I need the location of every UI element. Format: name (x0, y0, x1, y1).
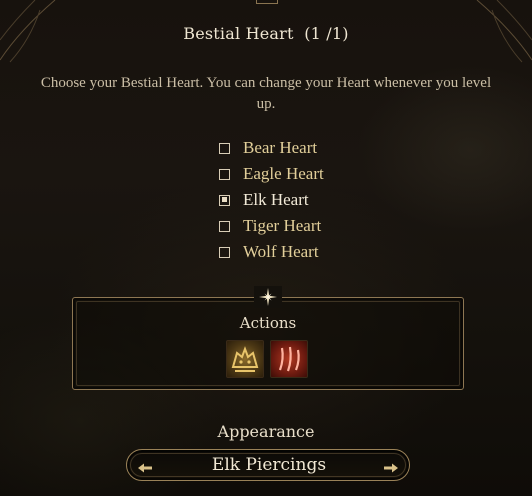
option-tiger-heart[interactable]: Tiger Heart (219, 213, 324, 239)
actions-title: Actions (239, 314, 297, 332)
option-label: Elk Heart (243, 190, 309, 209)
appearance-label: Appearance (217, 422, 315, 441)
appearance-value: Elk Piercings (211, 455, 327, 475)
claw-action-icon[interactable] (270, 340, 308, 378)
option-label: Tiger Heart (243, 216, 322, 235)
option-label: Bear Heart (243, 138, 318, 157)
star-ornament-icon (254, 286, 282, 308)
option-bear-heart[interactable]: Bear Heart (219, 135, 324, 161)
arrow-right-icon[interactable] (383, 459, 399, 473)
actions-panel (72, 297, 464, 390)
description-text: Choose your Bestial Heart. You can chang… (40, 75, 492, 112)
checkbox-checked-icon[interactable] (219, 194, 230, 206)
page-title: Bestial Heart (1 /1) (183, 24, 349, 43)
checkbox-icon[interactable] (219, 168, 230, 180)
checkbox-icon[interactable] (219, 246, 230, 258)
option-wolf-heart[interactable]: Wolf Heart (219, 239, 324, 265)
option-label: Eagle Heart (243, 164, 324, 183)
option-elk-heart[interactable]: Elk Heart (219, 187, 324, 213)
checkbox-icon[interactable] (219, 220, 230, 232)
option-label: Wolf Heart (243, 242, 319, 261)
appearance-selector[interactable]: Elk Piercings (126, 449, 410, 481)
heart-options-list: Bear Heart Eagle Heart Elk Heart Tiger H… (219, 135, 324, 265)
option-eagle-heart[interactable]: Eagle Heart (219, 161, 324, 187)
bear-action-icon[interactable] (226, 340, 264, 378)
checkbox-icon[interactable] (219, 142, 230, 154)
top-ornament (256, 0, 278, 4)
